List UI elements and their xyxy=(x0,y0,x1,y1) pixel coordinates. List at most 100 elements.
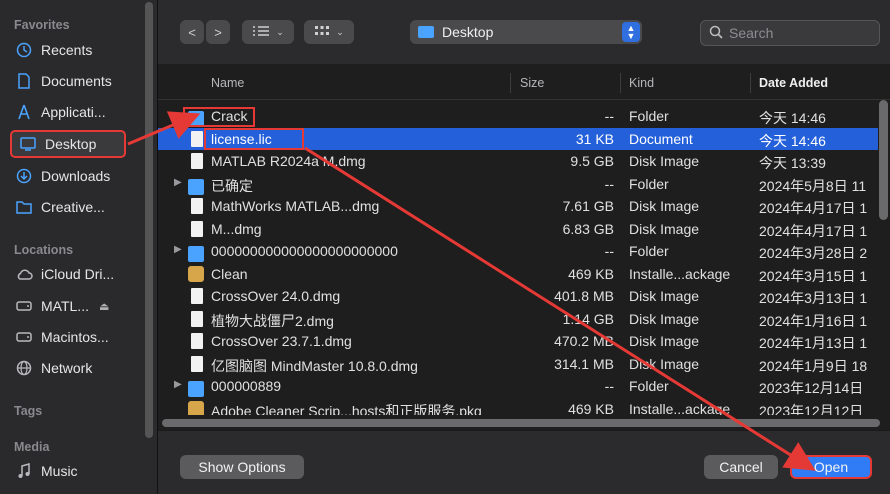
sidebar-item-applications[interactable]: Applicati... xyxy=(8,98,138,126)
table-row[interactable]: CrossOver 24.0.dmg 401.8 MB Disk Image 2024… xyxy=(158,285,878,308)
size-cell: -- xyxy=(604,378,614,394)
sidebar-scrollbar[interactable] xyxy=(145,2,153,438)
table-row[interactable]: M...dmg 6.83 GB Disk Image 2024年4月17日 1 xyxy=(158,218,878,241)
disk-icon xyxy=(14,331,34,343)
group-button[interactable]: ⌄ xyxy=(304,20,354,44)
table-row[interactable]: Clean 469 KB Installe...ackage 2024年3月15日 1 xyxy=(158,263,878,286)
kind-cell: Folder xyxy=(629,108,669,124)
disclosure-triangle-icon[interactable]: ▶ xyxy=(174,244,182,255)
clock-icon xyxy=(14,42,34,58)
table-row[interactable]: ▶ 已确定 -- Folder 2024年5月8日 11 xyxy=(158,173,878,196)
date-cell: 2024年1月16日 1 xyxy=(759,312,868,329)
annotation-highlight-crack xyxy=(183,107,255,127)
sidebar: Favorites Recents Documents Applicati...… xyxy=(0,0,158,494)
column-size[interactable]: Size xyxy=(520,76,544,90)
folder-icon xyxy=(188,381,204,397)
size-cell: -- xyxy=(604,243,614,259)
date-cell: 2024年3月13日 1 xyxy=(759,290,868,306)
sidebar-item-downloads[interactable]: Downloads xyxy=(8,162,138,190)
column-separator[interactable] xyxy=(750,73,751,93)
column-name[interactable]: Name xyxy=(211,76,244,90)
kind-cell: Document xyxy=(629,130,693,147)
disclosure-triangle-icon[interactable]: ▶ xyxy=(174,177,182,188)
table-row[interactable]: MathWorks MATLAB...dmg 7.61 GB Disk Image 2… xyxy=(158,195,878,218)
sidebar-item-icloud[interactable]: iCloud Dri... xyxy=(8,260,138,288)
document-icon xyxy=(191,220,203,237)
sidebar-item-desktop[interactable]: Desktop xyxy=(10,130,126,158)
table-row[interactable]: ▶ 000000000000000000000000 -- Folder 2024年3月… xyxy=(158,240,878,263)
sidebar-item-label: Downloads xyxy=(41,168,111,184)
table-row[interactable]: 亿图脑图 MindMaster 10.8.0.dmg 314.1 MB Disk I… xyxy=(158,353,878,376)
search-input[interactable] xyxy=(729,25,869,41)
list-view-button[interactable]: ⌄ xyxy=(242,20,294,44)
column-date-added[interactable]: Date Added xyxy=(759,76,828,90)
sidebar-item-creative[interactable]: Creative... xyxy=(8,193,138,221)
chevron-right-icon: > xyxy=(214,24,222,40)
section-media: Media xyxy=(14,440,50,454)
location-popup[interactable]: Desktop ▲ ▼ xyxy=(410,20,642,44)
date-cell: 2024年1月13日 1 xyxy=(759,335,868,351)
name-cell: 000000000000000000000000 xyxy=(211,243,398,259)
table-row[interactable]: CrossOver 23.7.1.dmg 470.2 MB Disk Image 20… xyxy=(158,330,878,353)
table-row[interactable]: MATLAB R2024a M.dmg 9.5 GB Disk Image 今天 13… xyxy=(158,150,878,173)
open-button[interactable]: Open xyxy=(790,455,872,479)
date-cell: 2023年12月12日 xyxy=(759,402,864,416)
location-label: Desktop xyxy=(442,24,494,40)
table-row[interactable]: Crack -- Folder 今天 14:46 xyxy=(158,105,878,128)
name-cell: Adobe Cleaner Scrip...hosts和正版服务.pkg xyxy=(211,402,482,416)
back-button[interactable]: < xyxy=(180,20,204,44)
column-separator[interactable] xyxy=(510,73,511,93)
sidebar-item-documents[interactable]: Documents xyxy=(8,67,138,95)
folder-icon xyxy=(14,200,34,214)
table-row[interactable]: 植物大战僵尸2.dmg 1.14 GB Disk Image 2024年1月16日 1 xyxy=(158,308,878,331)
date-cell: 2024年3月15日 1 xyxy=(759,267,868,284)
vertical-scrollbar[interactable] xyxy=(879,100,888,220)
size-cell: 470.2 MB xyxy=(554,333,614,349)
dialog-footer: Show Options Cancel Open xyxy=(158,430,890,494)
table-row[interactable]: Adobe Cleaner Scrip...hosts和正版服务.pkg 469 … xyxy=(158,398,878,416)
column-kind[interactable]: Kind xyxy=(629,76,654,90)
document-icon xyxy=(191,333,203,349)
sidebar-item-matlab-volume[interactable]: MATL... ⏏ xyxy=(8,292,138,320)
sidebar-item-music[interactable]: Music xyxy=(8,457,138,485)
sidebar-item-label: Desktop xyxy=(45,136,97,152)
kind-cell: Folder xyxy=(629,243,669,259)
cancel-button[interactable]: Cancel xyxy=(704,455,778,479)
disk-icon xyxy=(14,300,34,312)
date-cell: 2024年5月8日 11 xyxy=(759,177,867,194)
section-tags: Tags xyxy=(14,404,43,418)
disclosure-triangle-icon[interactable]: ▶ xyxy=(174,379,182,390)
show-options-button[interactable]: Show Options xyxy=(180,455,304,479)
document-icon xyxy=(191,153,203,169)
section-favorites: Favorites xyxy=(14,18,70,32)
kind-cell: Disk Image xyxy=(629,288,700,304)
size-cell: 314.1 MB xyxy=(554,355,614,372)
size-cell: -- xyxy=(604,108,614,124)
sidebar-item-network[interactable]: Network xyxy=(8,354,138,382)
name-cell: CrossOver 24.0.dmg xyxy=(211,288,341,304)
kind-cell: Folder xyxy=(629,175,669,192)
document-icon xyxy=(191,288,203,304)
document-icon xyxy=(14,73,34,89)
chevron-down-icon: ⌄ xyxy=(276,26,284,37)
horizontal-scrollbar[interactable] xyxy=(162,419,880,427)
eject-icon[interactable]: ⏏ xyxy=(99,300,109,313)
list-icon xyxy=(252,25,270,40)
document-icon xyxy=(191,130,203,147)
sidebar-item-recents[interactable]: Recents xyxy=(8,36,138,64)
kind-cell: Installe...ackage xyxy=(629,400,731,416)
forward-button[interactable]: > xyxy=(206,20,230,44)
size-cell: 31 KB xyxy=(575,130,614,147)
package-icon xyxy=(188,265,204,282)
sidebar-item-macintosh-hd[interactable]: Macintos... xyxy=(8,323,138,351)
table-row[interactable]: ▶ 000000889 -- Folder 2023年12月14日 xyxy=(158,375,878,398)
document-icon xyxy=(191,310,203,327)
kind-cell: Disk Image xyxy=(629,310,700,327)
size-cell: 7.61 GB xyxy=(562,198,614,214)
date-cell: 今天 14:46 xyxy=(759,132,826,149)
package-icon xyxy=(188,400,204,415)
column-separator[interactable] xyxy=(620,73,621,93)
search-field[interactable] xyxy=(700,20,880,46)
name-cell: 亿图脑图 MindMaster 10.8.0.dmg xyxy=(211,357,418,374)
name-cell: 000000889 xyxy=(211,378,282,394)
